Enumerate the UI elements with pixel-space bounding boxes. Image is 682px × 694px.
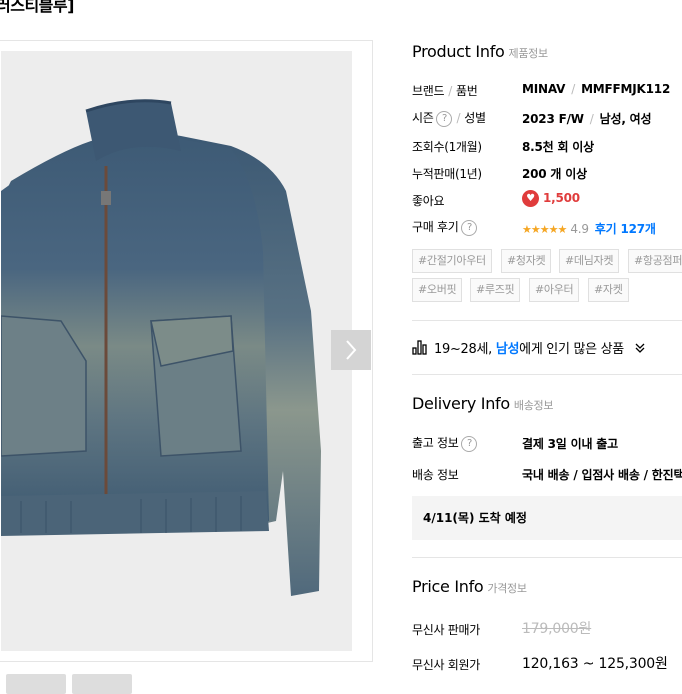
likes-label: 좋아요 xyxy=(412,194,445,208)
double-chevron-down-icon xyxy=(635,343,645,353)
tag-item[interactable]: #자켓 xyxy=(588,278,629,302)
views-value: 8.5천 회 이상 xyxy=(522,140,594,154)
thumbnail[interactable] xyxy=(6,674,66,694)
chevron-right-icon xyxy=(346,340,357,360)
sales-value: 200 개 이상 xyxy=(522,167,587,181)
tag-item[interactable]: #아우터 xyxy=(529,278,580,302)
tag-item[interactable]: #루즈핏 xyxy=(470,278,521,302)
sale-price-label: 무신사 판매가 xyxy=(412,623,480,637)
popular-banner[interactable]: 19~28세, 남성에게 인기 많은 상품 xyxy=(412,338,646,357)
gallery-next-button[interactable] xyxy=(331,330,371,370)
member-price-label: 무신사 회원가 xyxy=(412,658,480,672)
divider xyxy=(412,320,682,321)
views-label: 조회수(1개월) xyxy=(412,140,482,154)
delivery-info-title: Delivery Info 배송정보 xyxy=(412,394,554,413)
product-gallery xyxy=(0,40,373,662)
sale-price-value: 179,000원 xyxy=(522,621,592,637)
star-rating-icon: ★★★★★ xyxy=(522,223,567,236)
brand-partno-value[interactable]: MINAV / MMFFMJK112 xyxy=(522,82,670,96)
review-value[interactable]: ★★★★★ 4.9 후기 127개 xyxy=(522,220,656,237)
tag-item[interactable]: #데님자켓 xyxy=(559,249,620,273)
brand-partno-label: 브랜드 / 품번 xyxy=(412,84,478,98)
tag-item[interactable]: #오버핏 xyxy=(412,278,463,302)
review-label: 구매 후기? xyxy=(412,218,478,236)
like-button[interactable]: ♥ 1,500 xyxy=(522,190,580,207)
tag-item[interactable]: #청자켓 xyxy=(501,249,552,273)
tag-item[interactable]: #간절기아우터 xyxy=(412,249,492,273)
season-gender-value: 2023 F/W / 남성, 여성 xyxy=(522,112,652,126)
shipping-value: 결제 3일 이내 출고 xyxy=(522,437,618,451)
divider xyxy=(412,557,682,558)
help-icon[interactable]: ? xyxy=(461,435,478,452)
shipping-label: 출고 정보? xyxy=(412,434,478,452)
denim-jacket-image xyxy=(1,99,321,596)
bar-chart-icon xyxy=(412,340,427,355)
divider xyxy=(412,374,682,375)
product-info-title: Product Info 제품정보 xyxy=(412,42,548,61)
delivery-method-label: 배송 정보 xyxy=(412,468,459,482)
delivery-method-value: 국내 배송 / 입점사 배송 / 한진택배 xyxy=(522,468,682,482)
help-icon[interactable]: ? xyxy=(461,219,478,236)
heart-icon: ♥ xyxy=(522,190,539,207)
thumbnail[interactable] xyxy=(72,674,132,694)
product-photo xyxy=(1,51,352,651)
price-info-title: Price Info 가격정보 xyxy=(412,577,527,596)
member-price-value: 120,163 ~ 125,300원 xyxy=(522,656,668,672)
arrival-estimate: 4/11(목) 도착 예정 xyxy=(412,496,682,540)
sales-label: 누적판매(1년) xyxy=(412,167,482,181)
tag-item[interactable]: #항공점퍼 xyxy=(628,249,682,273)
season-gender-label: 시즌? / 성별 xyxy=(412,110,486,127)
help-icon[interactable]: ? xyxy=(436,110,453,127)
product-title: 러스티블루] xyxy=(0,0,74,15)
